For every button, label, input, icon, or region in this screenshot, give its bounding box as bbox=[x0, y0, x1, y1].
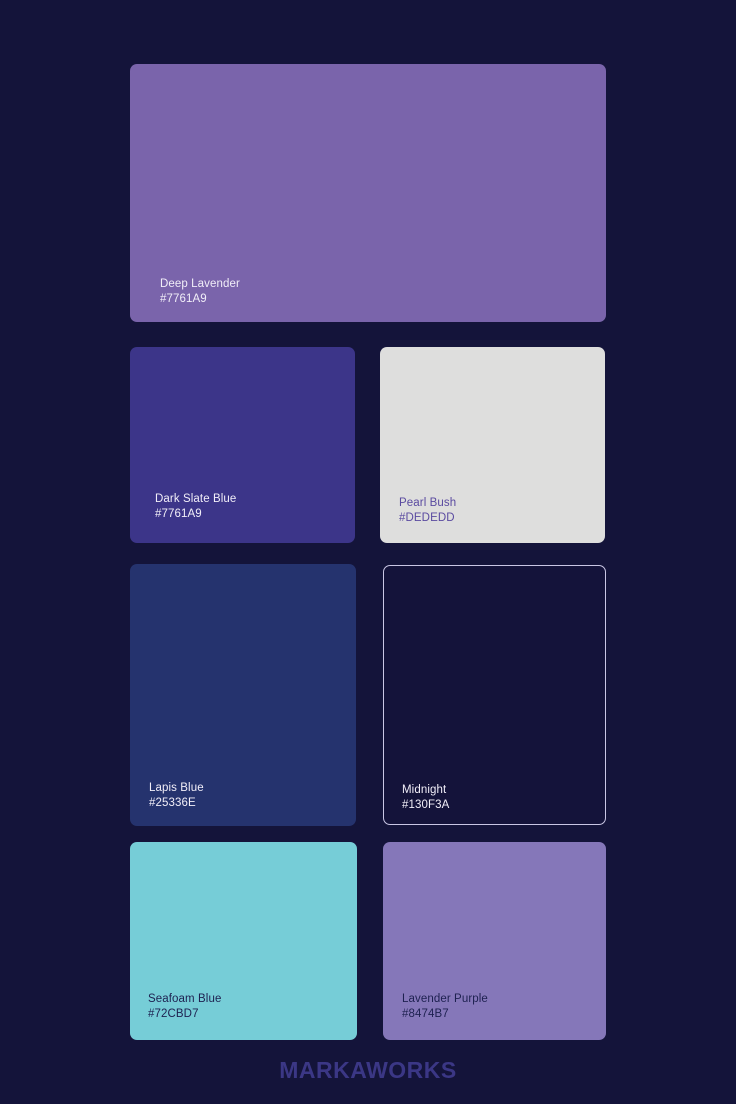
swatch-lapis-blue: Lapis Blue #25336E bbox=[130, 564, 356, 826]
swatch-midnight: Midnight #130F3A bbox=[383, 565, 606, 825]
swatch-dark-slate-blue: Dark Slate Blue #7761A9 bbox=[130, 347, 355, 543]
swatch-lavender-purple: Lavender Purple #8474B7 bbox=[383, 842, 606, 1040]
swatch-name: Seafoam Blue bbox=[148, 993, 222, 1005]
swatch-label: Dark Slate Blue #7761A9 bbox=[155, 492, 236, 522]
swatch-seafoam-blue: Seafoam Blue #72CBD7 bbox=[130, 842, 357, 1040]
swatch-hex: #130F3A bbox=[402, 799, 450, 811]
swatch-label: Seafoam Blue #72CBD7 bbox=[148, 992, 221, 1022]
brand-logo: MARKAWORKS bbox=[279, 1057, 457, 1083]
swatch-deep-lavender: Deep Lavender #7761A9 bbox=[130, 64, 606, 322]
swatch-hex: #DEDEDD bbox=[399, 512, 455, 524]
swatch-name: Deep Lavender bbox=[160, 278, 240, 290]
swatch-label: Lavender Purple #8474B7 bbox=[402, 992, 488, 1022]
swatch-label: Deep Lavender #7761A9 bbox=[160, 277, 240, 307]
swatch-name: Lapis Blue bbox=[149, 782, 204, 794]
swatch-name: Dark Slate Blue bbox=[155, 493, 237, 505]
swatch-name: Lavender Purple bbox=[402, 993, 488, 1005]
swatch-name: Midnight bbox=[402, 784, 447, 796]
swatch-hex: #8474B7 bbox=[402, 1008, 449, 1020]
swatch-name: Pearl Bush bbox=[399, 497, 457, 509]
swatch-pearl-bush: Pearl Bush #DEDEDD bbox=[380, 347, 605, 543]
swatch-hex: #7761A9 bbox=[155, 508, 202, 520]
swatch-hex: #7761A9 bbox=[160, 293, 207, 305]
swatch-label: Lapis Blue #25336E bbox=[149, 781, 204, 811]
swatch-label: Pearl Bush #DEDEDD bbox=[399, 496, 456, 526]
swatch-hex: #72CBD7 bbox=[148, 1008, 199, 1020]
swatch-label: Midnight #130F3A bbox=[402, 783, 449, 813]
swatch-hex: #25336E bbox=[149, 797, 196, 809]
